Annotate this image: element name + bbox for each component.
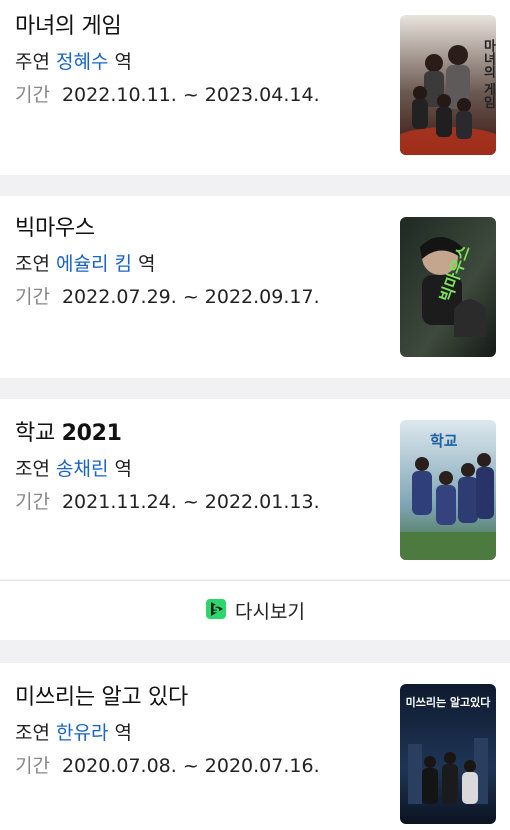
drama-poster[interactable]: 빅마우스 <box>400 217 496 357</box>
period-line: 기간 2021.11.24. ~ 2022.01.13. <box>15 487 320 514</box>
role-suffix: 역 <box>114 458 132 480</box>
period-value: 2021.11.24. ~ 2022.01.13. <box>61 491 320 513</box>
role-type: 조연 <box>15 253 50 275</box>
drama-poster[interactable]: 마녀의 게임 <box>400 15 496 155</box>
actor-link[interactable]: 한유라 <box>56 722 108 744</box>
period-label: 기간 <box>15 286 50 308</box>
drama-poster[interactable]: 미쓰리는 알고있다 <box>400 684 496 824</box>
play-s-icon <box>205 598 227 624</box>
period-label: 기간 <box>15 491 50 513</box>
actor-link[interactable]: 에슐리 킴 <box>56 253 132 275</box>
period-line: 기간 2020.07.08. ~ 2020.07.16. <box>15 751 320 778</box>
drama-card[interactable]: 미쓰리는 알고 있다 조연 한유라 역 기간 2020.07.08. ~ 2020… <box>0 663 510 830</box>
role-line: 조연 송채린 역 <box>15 454 132 481</box>
svg-text:학교: 학교 <box>430 432 458 450</box>
rewatch-label: 다시보기 <box>235 601 305 623</box>
role-suffix: 역 <box>138 253 156 275</box>
period-value: 2020.07.08. ~ 2020.07.16. <box>61 755 320 777</box>
period-label: 기간 <box>15 755 50 777</box>
rewatch-button[interactable]: 다시보기 <box>0 580 510 640</box>
drama-poster[interactable]: 학교 <box>400 420 496 560</box>
drama-title[interactable]: 빅마우스 <box>15 210 95 242</box>
poster-image: 학교 <box>400 420 496 560</box>
drama-title-year: 2021 <box>61 421 122 446</box>
role-suffix: 역 <box>114 722 132 744</box>
role-line: 조연 에슐리 킴 역 <box>15 249 156 276</box>
poster-image: 빅마우스 <box>400 217 496 357</box>
drama-card[interactable]: 마녀의 게임 주연 정혜수 역 기간 2022.10.11. ~ 2023.04.… <box>0 0 510 175</box>
period-line: 기간 2022.07.29. ~ 2022.09.17. <box>15 282 320 309</box>
drama-card[interactable]: 학교 2021 조연 송채린 역 기간 2021.11.24. ~ 2022.01… <box>0 399 510 579</box>
period-value: 2022.10.11. ~ 2023.04.14. <box>61 84 320 106</box>
poster-image: 미쓰리는 알고있다 <box>400 684 496 824</box>
drama-title[interactable]: 학교 2021 <box>15 415 122 447</box>
actor-link[interactable]: 송채린 <box>56 458 108 480</box>
role-line: 주연 정혜수 역 <box>15 47 132 74</box>
role-type: 조연 <box>15 458 50 480</box>
role-suffix: 역 <box>114 51 132 73</box>
drama-card[interactable]: 빅마우스 조연 에슐리 킴 역 기간 2022.07.29. ~ 2022.09.… <box>0 196 510 378</box>
role-type: 주연 <box>15 51 50 73</box>
period-line: 기간 2022.10.11. ~ 2023.04.14. <box>15 80 320 107</box>
period-label: 기간 <box>15 84 50 106</box>
poster-image: 마녀의 게임 <box>400 15 496 155</box>
actor-link[interactable]: 정혜수 <box>56 51 108 73</box>
svg-text:마녀의 게임: 마녀의 게임 <box>481 38 496 110</box>
drama-title[interactable]: 마녀의 게임 <box>15 8 122 40</box>
svg-text:미쓰리는 알고있다: 미쓰리는 알고있다 <box>406 695 492 709</box>
period-value: 2022.07.29. ~ 2022.09.17. <box>61 286 320 308</box>
drama-title[interactable]: 미쓰리는 알고 있다 <box>15 679 188 711</box>
role-type: 조연 <box>15 722 50 744</box>
drama-title-text: 학교 <box>15 421 55 446</box>
role-line: 조연 한유라 역 <box>15 718 132 745</box>
